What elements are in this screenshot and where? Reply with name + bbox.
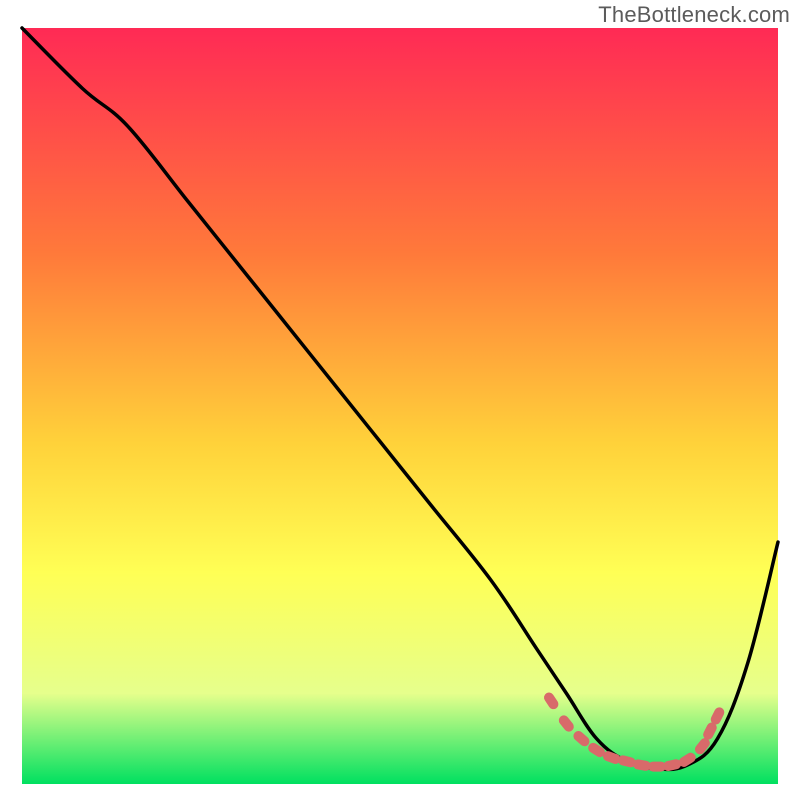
gradient-background bbox=[22, 28, 778, 784]
watermark-text: TheBottleneck.com bbox=[598, 2, 790, 28]
chart-stage: TheBottleneck.com bbox=[0, 0, 800, 800]
bottleneck-plot bbox=[0, 0, 800, 800]
